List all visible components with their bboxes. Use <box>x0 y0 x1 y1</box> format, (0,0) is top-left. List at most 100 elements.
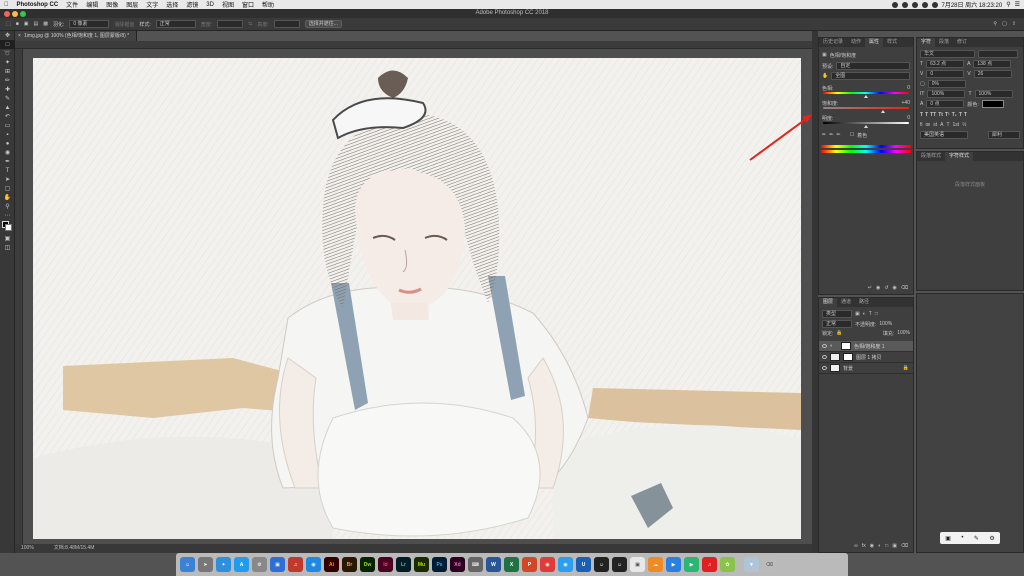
superscript-icon[interactable]: T¹ <box>945 112 950 118</box>
chat-icon[interactable]: ◉ <box>306 557 321 572</box>
tab-styles[interactable]: 样式 <box>883 38 901 47</box>
subscript-icon[interactable]: T₁ <box>952 112 957 118</box>
layer-filter-select[interactable]: 类型 <box>822 310 852 318</box>
layer-thumbnail[interactable] <box>830 353 840 361</box>
system-preferences-icon[interactable]: ⚙ <box>252 557 267 572</box>
wifi-icon[interactable] <box>921 1 928 8</box>
preset-select[interactable]: 自定 <box>836 62 910 70</box>
fill-value[interactable]: 100% <box>897 330 910 336</box>
menu-list-icon[interactable]: ☰ <box>1015 1 1020 8</box>
strikethrough-icon[interactable]: T <box>964 112 967 118</box>
music-icon[interactable]: ♫ <box>288 557 303 572</box>
tab-history[interactable]: 历史记录 <box>819 38 847 47</box>
layer-name[interactable]: 背景 <box>843 365 853 372</box>
saturation-value[interactable]: +40 <box>902 100 910 106</box>
horizontal-ruler[interactable] <box>15 41 812 49</box>
layer-row[interactable]: 图层 1 拷贝 <box>819 352 913 363</box>
tab-paragraph[interactable]: 段落 <box>935 38 953 47</box>
add-mask-icon[interactable]: ◉ <box>870 543 874 549</box>
magic-wand-tool-icon[interactable]: ✦ <box>0 58 15 67</box>
text-color-swatch[interactable] <box>981 100 1004 108</box>
search-icon[interactable]: ⚲ <box>1006 1 1010 8</box>
document-tab[interactable]: × 1img.jpg @ 100% (色相/饱和度 1, 图层蒙版/8) * <box>15 31 137 41</box>
filter-adjust-icon[interactable]: ◐ <box>863 311 866 317</box>
menu-window[interactable]: 窗口 <box>238 0 258 9</box>
font-size-input[interactable]: 63.2 点 <box>926 60 965 68</box>
reset-icon[interactable]: ↺ <box>884 285 888 291</box>
screenshot-icon[interactable]: ▣ <box>945 535 951 542</box>
eraser-tool-icon[interactable]: ▭ <box>0 121 15 130</box>
finder-icon[interactable]: ☺ <box>180 557 195 572</box>
zoom-tool-icon[interactable]: ⚲ <box>0 202 15 211</box>
search-icon[interactable]: ⚲ <box>993 21 997 27</box>
trash-icon[interactable]: ⌫ <box>762 557 777 572</box>
font-family-select[interactable]: 华文 <box>920 50 975 58</box>
intersect-selection-icon[interactable]: ▩ <box>43 21 48 27</box>
lightness-slider[interactable] <box>823 122 909 129</box>
settings-icon[interactable]: ⚙ <box>989 535 994 542</box>
menu-3d[interactable]: 3D <box>202 2 218 8</box>
feather-input[interactable]: 0 像素 <box>69 20 110 28</box>
opacity-value[interactable]: 100% <box>879 321 892 327</box>
wechat-icon[interactable] <box>891 1 898 8</box>
add-selection-icon[interactable]: ▣ <box>24 21 29 27</box>
faux-bold-icon[interactable]: T <box>920 112 923 118</box>
layer-mask-thumbnail[interactable] <box>843 353 853 361</box>
kerning-input[interactable]: 0 <box>926 70 965 78</box>
delete-icon[interactable]: ⌫ <box>901 285 908 291</box>
filter-pixel-icon[interactable]: ▣ <box>855 311 860 317</box>
dodge-tool-icon[interactable]: ◉ <box>0 148 15 157</box>
ordinal-icon[interactable]: 1st <box>953 122 960 128</box>
eye-icon[interactable] <box>822 355 827 359</box>
illustrator-icon[interactable]: Ai <box>324 557 339 572</box>
antialias-checkbox[interactable]: 消除锯齿 <box>114 21 134 28</box>
tab-layers[interactable]: 图层 <box>819 298 838 307</box>
tab-character-styles[interactable]: 字符样式 <box>945 152 974 161</box>
launchpad-icon[interactable]: ➤ <box>198 557 213 572</box>
swash-icon[interactable]: st <box>933 122 937 128</box>
type-tool-icon[interactable]: T <box>0 166 15 175</box>
xd-icon[interactable]: Xd <box>450 557 465 572</box>
battery-icon[interactable] <box>931 1 938 8</box>
filter-type-icon[interactable]: T <box>869 311 872 317</box>
ligature-icon[interactable]: fi <box>920 122 923 128</box>
tab-properties[interactable]: 属性 <box>865 38 884 47</box>
new-adjustment-icon[interactable]: ◐ <box>878 543 881 549</box>
video-app-icon[interactable]: ▶ <box>666 557 681 572</box>
colorize-checkbox[interactable]: ☐ <box>850 132 854 138</box>
layer-row[interactable]: ◐ 色相/饱和度 1 <box>819 341 913 352</box>
tab-actions[interactable]: 动作 <box>847 38 865 47</box>
cloud-app-icon[interactable]: ☁ <box>648 557 663 572</box>
baseline-input[interactable]: 0 点 <box>926 100 965 108</box>
brush-tool-icon[interactable]: ✎ <box>0 94 15 103</box>
path-selection-tool-icon[interactable]: ➤ <box>0 175 15 184</box>
app-menu[interactable]: Photoshop CC <box>13 2 63 8</box>
menu-image[interactable]: 图像 <box>102 0 122 9</box>
qq-icon[interactable] <box>901 1 908 8</box>
all-caps-icon[interactable]: TT <box>930 112 936 118</box>
qq-alt-dock-icon[interactable]: ☺ <box>612 557 627 572</box>
colorful-app-icon[interactable]: ✿ <box>720 557 735 572</box>
small-caps-icon[interactable]: Tt <box>938 112 943 118</box>
app-store-icon[interactable]: A <box>234 557 249 572</box>
menu-file[interactable]: 文件 <box>62 0 82 9</box>
pen-tool-icon[interactable]: ✒ <box>0 157 15 166</box>
lightness-value[interactable]: 0 <box>907 115 910 121</box>
healing-brush-tool-icon[interactable]: ✚ <box>0 85 15 94</box>
font-style-select[interactable] <box>978 50 1018 58</box>
browser-icon[interactable]: U <box>576 557 591 572</box>
edit-icon[interactable]: ✎ <box>974 535 979 542</box>
photoshop-icon[interactable]: Ps <box>432 557 447 572</box>
hue-slider[interactable] <box>823 92 909 99</box>
language-select[interactable]: 美国英语 <box>920 131 968 139</box>
blue-app-icon[interactable]: ◉ <box>558 557 573 572</box>
tsume-input[interactable]: 0% <box>927 80 966 88</box>
saturation-slider-thumb[interactable] <box>881 110 886 113</box>
menu-help[interactable]: 帮助 <box>258 0 278 9</box>
cloud-icon[interactable] <box>911 1 918 8</box>
qq-dock-icon[interactable]: ☺ <box>594 557 609 572</box>
view-previous-icon[interactable]: ◉ <box>876 285 880 291</box>
layer-thumbnail[interactable] <box>830 364 840 372</box>
record-icon[interactable]: • <box>961 535 963 541</box>
quick-mask-icon[interactable]: ▣ <box>0 234 15 243</box>
